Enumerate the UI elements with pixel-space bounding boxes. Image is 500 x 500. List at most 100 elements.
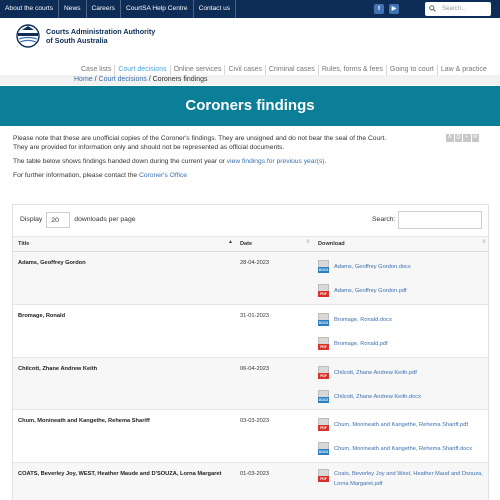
download-link[interactable]: Chum, Monineath and Kangethe, Rehema Sha… bbox=[334, 445, 472, 453]
table-row: COATS, Beverley Joy, WEST, Heather Maude… bbox=[13, 463, 488, 500]
court-logo-icon[interactable] bbox=[14, 24, 42, 48]
intro-text: Please note that these are unofficial co… bbox=[13, 134, 393, 185]
table-row: Chum, Monineath and Kangethe, Rehema Sha… bbox=[13, 410, 488, 463]
per-page-suffix: downloads per page bbox=[74, 216, 136, 223]
nav-going-to-court[interactable]: Going to court bbox=[387, 65, 438, 75]
download-item: DOCX Bromage, Ronald.docx bbox=[318, 313, 483, 337]
logo-line-2: of South Australia bbox=[46, 36, 108, 45]
topnav-help-centre[interactable]: CourtSA Help Centre bbox=[121, 0, 194, 18]
download-link[interactable]: Coats, Beverley Joy and West, Heather Ma… bbox=[334, 470, 484, 489]
print-icon[interactable]: ⎙ bbox=[454, 134, 462, 142]
table-info-paragraph: The table below shows findings handed do… bbox=[13, 157, 393, 166]
coroners-office-link[interactable]: Coroner's Office bbox=[139, 172, 187, 179]
finding-date: 31-01-2023 bbox=[240, 313, 270, 319]
column-download[interactable]: Download bbox=[318, 237, 345, 251]
sort-asc-icon[interactable]: ▲ bbox=[228, 240, 233, 245]
table-row: Bromage, Ronald 31-01-2023 DOCX Bromage,… bbox=[13, 305, 488, 358]
topnav-about[interactable]: About the courts bbox=[0, 0, 60, 18]
docx-file-icon: DOCX bbox=[318, 390, 329, 403]
finding-title: Adams, Geoffrey Gordon bbox=[18, 260, 86, 266]
docx-file-icon: DOCX bbox=[318, 313, 329, 326]
nav-civil-cases[interactable]: Civil cases bbox=[225, 65, 266, 75]
pdf-file-icon: PDF bbox=[318, 418, 329, 431]
main-nav: Case lists Court decisions Online servic… bbox=[78, 65, 490, 75]
download-list: DOCX Bromage, Ronald.docx PDF Bromage, R… bbox=[318, 313, 483, 361]
download-list: PDF Coats, Beverley Joy and West, Heathe… bbox=[318, 469, 483, 497]
logo-line-1: Courts Administration Authority bbox=[46, 27, 156, 36]
pdf-file-icon: PDF bbox=[318, 469, 329, 482]
table-search-label: Search: bbox=[372, 216, 396, 223]
twitter-icon[interactable]: t bbox=[374, 4, 384, 14]
table-info-end: . bbox=[324, 158, 327, 166]
finding-title: COATS, Beverley Joy, WEST, Heather Maude… bbox=[18, 471, 222, 477]
docx-file-icon: DOCX bbox=[318, 260, 329, 273]
pdf-file-icon: PDF bbox=[318, 337, 329, 350]
finding-date: 06-04-2023 bbox=[240, 366, 270, 372]
search-icon bbox=[429, 5, 436, 12]
download-link[interactable]: Chilcott, Zhane Andrew Keith.pdf bbox=[334, 369, 417, 377]
previous-years-link[interactable]: view findings for previous year(s) bbox=[227, 158, 325, 165]
download-item: PDF Coats, Beverley Joy and West, Heathe… bbox=[318, 469, 483, 497]
download-link[interactable]: Adams, Geoffrey Gordon.pdf bbox=[334, 287, 407, 295]
download-item: DOCX Adams, Geoffrey Gordon.docx bbox=[318, 260, 483, 284]
contact-paragraph: For further information, please contact … bbox=[13, 171, 393, 180]
topnav-contact[interactable]: Contact us bbox=[194, 0, 237, 18]
breadcrumb: Home / Court decisions / Coroners findin… bbox=[0, 75, 500, 85]
nav-law-practice[interactable]: Law & practice bbox=[438, 65, 490, 75]
per-page-input[interactable]: 20 bbox=[46, 212, 71, 228]
sort-icon[interactable]: ⇅ bbox=[482, 240, 486, 245]
download-link[interactable]: Adams, Geoffrey Gordon.docx bbox=[334, 263, 411, 271]
download-link[interactable]: Bromage, Ronald.pdf bbox=[334, 340, 388, 348]
pdf-file-icon: PDF bbox=[318, 366, 329, 379]
download-link[interactable]: Chilcott, Zhane Andrew Keith.docx bbox=[334, 393, 421, 401]
logo-text[interactable]: Courts Administration Authority of South… bbox=[46, 27, 155, 45]
finding-title: Chum, Monineath and Kangethe, Rehema Sha… bbox=[18, 418, 150, 424]
topnav-news[interactable]: News bbox=[59, 0, 87, 18]
download-item: PDF Chilcott, Zhane Andrew Keith.pdf bbox=[318, 366, 483, 390]
finding-title: Chilcott, Zhane Andrew Keith bbox=[18, 366, 98, 372]
disclaimer-paragraph: Please note that these are unofficial co… bbox=[13, 135, 387, 152]
page-tools: A ⎙ + ✉ bbox=[446, 134, 479, 142]
breadcrumb-court-decisions[interactable]: Court decisions bbox=[99, 76, 147, 83]
download-list: PDF Chilcott, Zhane Andrew Keith.pdf DOC… bbox=[318, 366, 483, 414]
share-icon[interactable]: + bbox=[463, 134, 471, 142]
nav-criminal-cases[interactable]: Criminal cases bbox=[266, 65, 319, 75]
nav-case-lists[interactable]: Case lists bbox=[78, 65, 116, 75]
sort-icon[interactable]: ⇅ bbox=[306, 240, 310, 245]
search-placeholder: Search... bbox=[442, 6, 467, 12]
search-input[interactable]: Search... bbox=[425, 2, 491, 16]
table-row: Chilcott, Zhane Andrew Keith 06-04-2023 … bbox=[13, 358, 488, 410]
breadcrumb-home[interactable]: Home bbox=[74, 76, 93, 83]
table-info-text: The table below shows findings handed do… bbox=[13, 158, 227, 166]
display-label: Display bbox=[20, 216, 43, 223]
text-resize-icon[interactable]: A bbox=[446, 134, 454, 142]
column-date[interactable]: Date bbox=[240, 237, 252, 251]
page-banner: Coroners findings bbox=[0, 86, 500, 126]
download-list: PDF Chum, Monineath and Kangethe, Rehema… bbox=[318, 418, 483, 466]
docx-file-icon: DOCX bbox=[318, 442, 329, 455]
table-header: Title ▲ Date ⇅ Download ⇅ bbox=[13, 236, 488, 252]
youtube-icon[interactable]: ▶ bbox=[389, 4, 399, 14]
email-icon[interactable]: ✉ bbox=[471, 134, 479, 142]
finding-date: 03-03-2023 bbox=[240, 418, 270, 424]
breadcrumb-current: Coroners findings bbox=[152, 76, 208, 83]
contact-text: For further information, please contact … bbox=[13, 171, 140, 179]
pdf-file-icon: PDF bbox=[318, 284, 329, 297]
nav-court-decisions[interactable]: Court decisions bbox=[115, 65, 171, 75]
page-title: Coroners findings bbox=[185, 97, 315, 114]
column-title[interactable]: Title bbox=[18, 237, 29, 251]
finding-date: 01-03-2023 bbox=[240, 471, 270, 477]
download-item: PDF Chum, Monineath and Kangethe, Rehema… bbox=[318, 418, 483, 442]
top-nav: About the courts News Careers CourtSA He… bbox=[0, 0, 237, 18]
download-link[interactable]: Chum, Monineath and Kangethe, Rehema Sha… bbox=[334, 421, 468, 429]
table-search-input[interactable] bbox=[398, 211, 482, 229]
table-row: Adams, Geoffrey Gordon 28-04-2023 DOCX A… bbox=[13, 252, 488, 305]
finding-date: 28-04-2023 bbox=[240, 260, 270, 266]
nav-online-services[interactable]: Online services bbox=[171, 65, 226, 75]
nav-rules-forms-fees[interactable]: Rules, forms & fees bbox=[319, 65, 387, 75]
page-length-control: Display 20 downloads per page bbox=[20, 212, 136, 228]
download-link[interactable]: Bromage, Ronald.docx bbox=[334, 316, 392, 324]
topnav-careers[interactable]: Careers bbox=[87, 0, 121, 18]
download-list: DOCX Adams, Geoffrey Gordon.docx PDF Ada… bbox=[318, 260, 483, 308]
finding-title: Bromage, Ronald bbox=[18, 313, 66, 319]
